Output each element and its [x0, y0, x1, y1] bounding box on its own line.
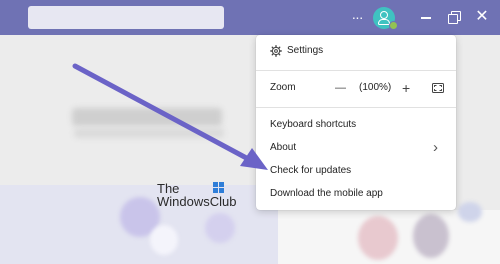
menu-item-download-mobile-app[interactable]: Download the mobile app [256, 183, 456, 205]
settings-label: Settings [287, 45, 324, 56]
blurred-figure [358, 216, 398, 260]
title-bar: ··· ✕ [0, 0, 500, 35]
blurred-figure [413, 214, 449, 258]
blurred-welcome-subtitle [74, 128, 224, 138]
about-label: About [270, 142, 297, 153]
menu-item-about[interactable]: About › [256, 137, 456, 159]
menu-item-zoom: Zoom — (100%) + [256, 77, 456, 99]
menu-divider [256, 107, 456, 108]
minimize-icon [421, 17, 431, 19]
menu-item-check-for-updates[interactable]: Check for updates [256, 160, 456, 182]
windows-logo-icon [213, 182, 225, 193]
zoom-out-button[interactable]: — [335, 77, 346, 99]
menu-item-keyboard-shortcuts[interactable]: Keyboard shortcuts [256, 114, 456, 136]
watermark-logo: The WindowsClub [157, 182, 236, 209]
blurred-figure [150, 225, 178, 255]
blurred-welcome-heading [72, 108, 222, 126]
menu-item-settings[interactable]: Settings [256, 40, 456, 62]
minimize-button[interactable] [418, 8, 434, 26]
restore-icon-front [448, 14, 458, 24]
person-icon [380, 11, 388, 19]
zoom-level-value: (100%) [359, 82, 392, 93]
presence-status-icon [389, 21, 398, 30]
fullscreen-icon[interactable] [432, 83, 444, 93]
restore-button[interactable] [446, 8, 462, 26]
chevron-right-icon: › [433, 139, 438, 156]
blurred-figure [458, 202, 482, 222]
settings-dropdown-menu: Settings Zoom — (100%) + Keyboard shortc… [256, 35, 456, 210]
close-icon: ✕ [475, 8, 489, 25]
blurred-people-card [278, 202, 500, 264]
check-for-updates-label: Check for updates [270, 165, 352, 176]
menu-divider [256, 70, 456, 71]
keyboard-shortcuts-label: Keyboard shortcuts [270, 119, 357, 130]
zoom-label: Zoom [270, 82, 296, 93]
download-mobile-app-label: Download the mobile app [270, 188, 383, 199]
zoom-in-button[interactable]: + [402, 77, 410, 99]
watermark-line2: WindowsClub [157, 194, 237, 209]
blurred-figure [205, 213, 235, 243]
gear-icon [270, 45, 282, 57]
more-options-button[interactable]: ··· [350, 8, 364, 26]
close-button[interactable]: ✕ [474, 8, 490, 26]
search-input[interactable] [28, 6, 224, 29]
